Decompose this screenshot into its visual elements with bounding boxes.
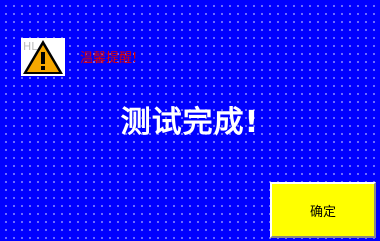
icon-overlay-text: HL: [23, 40, 38, 53]
warning-label: 温馨提醒!: [80, 51, 138, 66]
confirm-button-label: 确定: [309, 204, 336, 220]
warning-triangle-icon: HL: [21, 38, 65, 76]
alert-screen: HL 温馨提醒! 测试完成! 确定: [0, 0, 380, 241]
completion-message: 测试完成!: [120, 105, 260, 140]
confirm-button[interactable]: 确定: [270, 182, 376, 238]
